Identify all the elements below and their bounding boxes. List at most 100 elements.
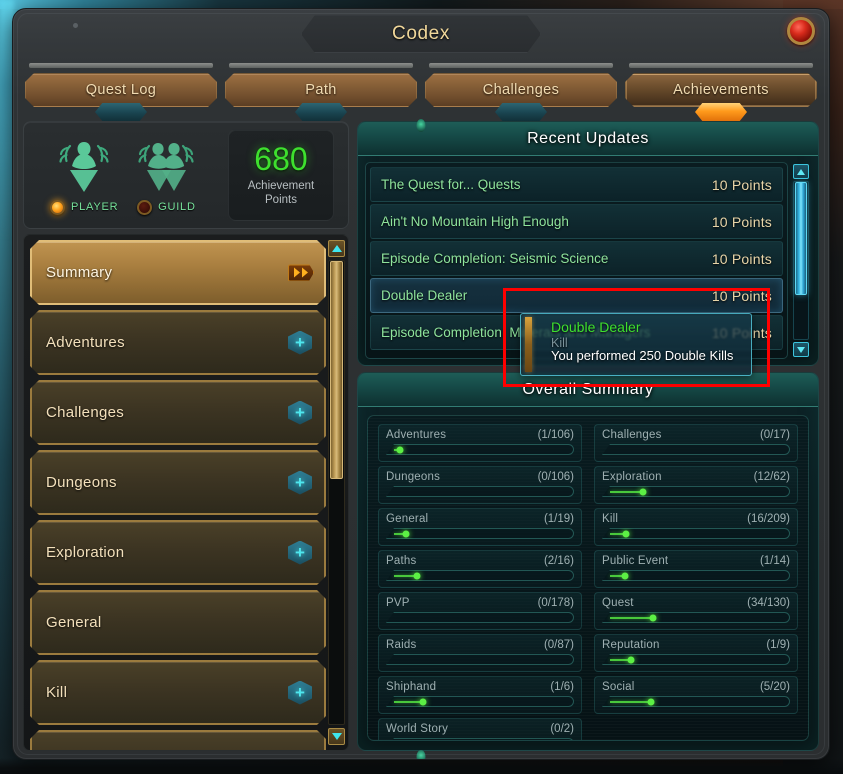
recent-update-points: 10 Points	[711, 287, 772, 304]
player-label: PLAYER	[71, 201, 119, 213]
tab-label: Quest Log	[85, 82, 157, 98]
recent-updates-scrollbar[interactable]	[793, 164, 809, 357]
summary-progress-bar	[386, 696, 574, 707]
tab-rail	[229, 63, 413, 68]
plus-icon[interactable]: +	[288, 401, 312, 425]
recent-update-row[interactable]: Ain't No Mountain High Enough 10 Points	[370, 204, 783, 239]
sidebar-item-general[interactable]: General	[30, 590, 326, 655]
summary-category: Raids (0/87)	[378, 634, 582, 672]
summary-category-count: (1/6)	[550, 681, 574, 693]
tab-indicator-hex-icon	[495, 103, 547, 121]
sidebar-item-summary[interactable]: Summary	[30, 240, 326, 305]
recent-scroll-up-button[interactable]	[793, 164, 809, 179]
page-title: Codex	[392, 23, 450, 44]
summary-category-count: (0/106)	[537, 471, 574, 483]
tab-challenges[interactable]: Challenges	[423, 63, 619, 121]
summary-category-name: Challenges	[602, 429, 662, 441]
sidebar-item-label: Kill	[46, 684, 68, 701]
summary-category-header: Raids (0/87)	[386, 639, 574, 651]
sidebar-item-blank[interactable]	[30, 730, 326, 751]
sidebar-item-adventures[interactable]: Adventures +	[30, 310, 326, 375]
plus-icon[interactable]: +	[288, 681, 312, 705]
tab-achievements[interactable]: Achievements	[623, 63, 819, 121]
summary-category-name: Kill	[602, 513, 619, 525]
summary-category: Adventures (1/106)	[378, 424, 582, 462]
sidebar-scroll-track[interactable]	[328, 260, 345, 725]
summary-category-count: (12/62)	[753, 471, 790, 483]
summary-progress-bar	[602, 486, 790, 497]
summary-progress-dot	[647, 698, 655, 705]
summary-category: Reputation (1/9)	[594, 634, 798, 672]
sidebar-scrollbar[interactable]	[328, 240, 345, 745]
summary-category-header: Challenges (0/17)	[602, 429, 790, 441]
summary-category-count: (1/9)	[766, 639, 790, 651]
summary-category: World Story (0/2)	[378, 718, 582, 740]
sidebar-panel: Summary Adventures + Challenges + Dungeons + Ex…	[23, 234, 349, 751]
guild-radio[interactable]	[137, 199, 153, 215]
player-radio[interactable]	[50, 199, 65, 215]
summary-category-header: Public Event (1/14)	[602, 555, 790, 567]
plus-icon[interactable]: +	[288, 541, 312, 565]
summary-category-name: Shiphand	[386, 681, 437, 693]
summary-progress-bar	[386, 486, 574, 497]
recent-update-row[interactable]: Double Dealer 10 Points	[370, 278, 783, 313]
window-titlebar: Codex	[13, 9, 829, 57]
tab-label: Achievements	[673, 82, 769, 98]
overall-summary-title: Overall Summary	[522, 380, 654, 398]
summary-category-name: Social	[602, 681, 635, 693]
tab-plate: Quest Log	[25, 73, 217, 107]
recent-scroll-down-button[interactable]	[793, 342, 809, 357]
sidebar-scroll-up-button[interactable]	[328, 240, 345, 257]
close-button[interactable]	[787, 17, 815, 45]
plus-icon[interactable]: +	[288, 331, 312, 355]
summary-category: Challenges (0/17)	[594, 424, 798, 462]
double-arrow-icon[interactable]	[288, 264, 314, 281]
tab-rail	[429, 63, 613, 68]
recent-update-name: Double Dealer	[381, 288, 468, 303]
recent-scroll-thumb[interactable]	[795, 182, 807, 296]
summary-category: Paths (2/16)	[378, 550, 582, 588]
sidebar-item-exploration[interactable]: Exploration +	[30, 520, 326, 585]
summary-category-count: (5/20)	[759, 681, 790, 693]
summary-category-name: World Story	[386, 723, 449, 735]
sidebar-item-challenges[interactable]: Challenges +	[30, 380, 326, 445]
summary-progress-dot	[396, 446, 404, 453]
summary-category: General (1/19)	[378, 508, 582, 546]
triangle-down-icon	[331, 733, 342, 740]
sidebar-item-label: Challenges	[46, 404, 125, 421]
recent-update-points: 10 Points	[711, 213, 772, 230]
summary-progress-bar	[602, 612, 790, 623]
sidebar-item-kill[interactable]: Kill +	[30, 660, 326, 725]
guild-stat-group[interactable]: GUILD	[136, 136, 196, 215]
summary-progress-bar	[602, 528, 790, 539]
sidebar-list: Summary Adventures + Challenges + Dungeons + Ex…	[30, 240, 326, 751]
plus-icon[interactable]: +	[288, 471, 312, 495]
tab-plate: Challenges	[425, 73, 617, 107]
summary-category: Exploration (12/62)	[594, 466, 798, 504]
summary-category-count: (1/19)	[543, 513, 574, 525]
summary-category-header: Reputation (1/9)	[602, 639, 790, 651]
summary-progress-dot	[627, 656, 635, 663]
achievement-points-box: 680 Achievement Points	[228, 129, 334, 221]
summary-category-header: Kill (16/209)	[602, 513, 790, 525]
codex-window: Codex Quest Log Path Challenges Achievem…	[12, 8, 830, 760]
summary-progress-fill	[610, 700, 652, 703]
recent-update-row[interactable]: Episode Completion: Seismic Science 10 Po…	[370, 241, 783, 276]
tab-path[interactable]: Path	[223, 63, 419, 121]
summary-category-header: Dungeons (0/106)	[386, 471, 574, 483]
summary-category-name: Paths	[386, 555, 417, 567]
player-stat-group[interactable]: PLAYER	[50, 136, 118, 215]
summary-category: Public Event (1/14)	[594, 550, 798, 588]
recent-scroll-track[interactable]	[793, 181, 809, 340]
sidebar-item-dungeons[interactable]: Dungeons +	[30, 450, 326, 515]
sidebar-scroll-down-button[interactable]	[328, 728, 345, 745]
tab-quest-log[interactable]: Quest Log	[23, 63, 219, 121]
summary-category-name: Dungeons	[386, 471, 441, 483]
summary-category-name: Quest	[602, 597, 634, 609]
summary-progress-bar	[386, 738, 574, 740]
overall-summary-grid: Adventures (1/106) Challenges (0/17) Dungeon…	[378, 424, 798, 740]
sidebar-scroll-thumb[interactable]	[330, 261, 343, 479]
summary-category-header: Adventures (1/106)	[386, 429, 574, 441]
recent-update-row[interactable]: The Quest for... Quests 10 Points	[370, 167, 783, 202]
summary-progress-dot	[649, 614, 657, 621]
